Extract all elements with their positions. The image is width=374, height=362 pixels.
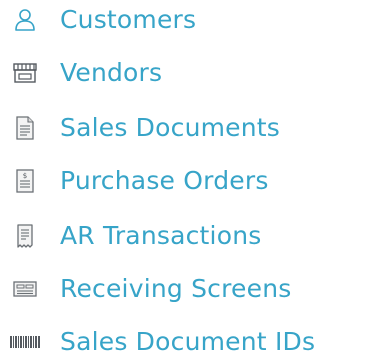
svg-text:$: $ bbox=[23, 172, 27, 180]
nav-item-label: Receiving Screens bbox=[60, 274, 292, 303]
document-icon bbox=[8, 108, 42, 148]
user-icon bbox=[8, 0, 42, 40]
nav-item-label: Sales Documents bbox=[60, 113, 281, 142]
nav-item-label: Sales Document IDs bbox=[60, 327, 316, 356]
nav-item-label: Vendors bbox=[60, 58, 163, 87]
nav-item-label: Customers bbox=[60, 5, 197, 34]
keyboard-icon bbox=[8, 269, 42, 309]
receipt-icon bbox=[8, 216, 42, 256]
nav-item-label: Purchase Orders bbox=[60, 166, 269, 195]
barcode-icon bbox=[8, 322, 42, 362]
storefront-icon bbox=[8, 53, 42, 93]
nav-item-label: AR Transactions bbox=[60, 221, 262, 250]
invoice-icon: $ bbox=[8, 161, 42, 201]
